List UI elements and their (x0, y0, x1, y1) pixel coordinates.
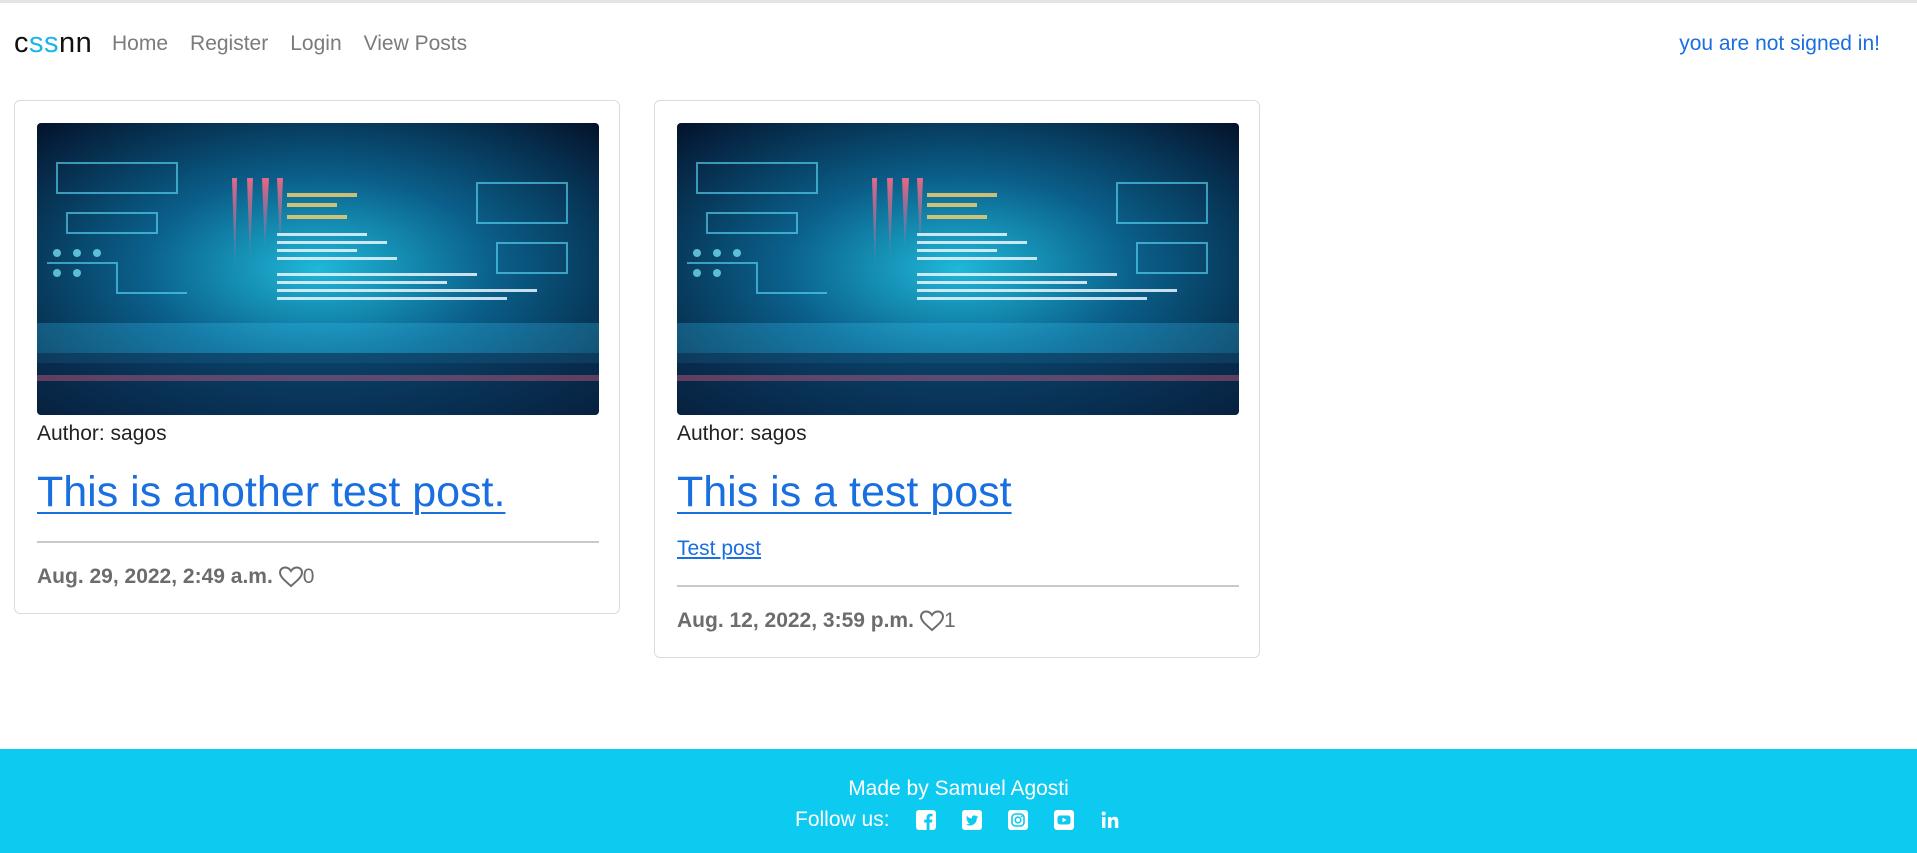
signin-status-link[interactable]: you are not signed in! (1679, 29, 1880, 59)
nav-links: Home Register Login View Posts (112, 29, 489, 59)
brand-logo[interactable]: cssnn (14, 25, 92, 61)
post-meta: Aug. 12, 2022, 3:59 p.m. 1 (677, 606, 956, 636)
heart-icon (919, 610, 944, 632)
follow-label: Follow us: (795, 808, 890, 831)
facebook-icon[interactable] (915, 809, 937, 831)
brand-prefix: c (14, 27, 29, 59)
twitter-icon[interactable] (961, 809, 983, 831)
post-title-link[interactable]: This is a test post (677, 464, 1012, 520)
card-divider (677, 585, 1239, 587)
instagram-icon[interactable] (1007, 809, 1029, 831)
nav-link-login[interactable]: Login (290, 29, 341, 59)
post-image (37, 123, 599, 415)
brand-accent: ss (29, 27, 59, 59)
post-date: Aug. 29, 2022, 2:49 a.m. (37, 565, 273, 588)
post-date: Aug. 12, 2022, 3:59 p.m. (677, 609, 914, 632)
card-divider (37, 541, 599, 543)
code-screen-image (37, 123, 599, 415)
nav-link-register[interactable]: Register (190, 29, 268, 59)
post-image (677, 123, 1239, 415)
like-count: 0 (302, 565, 315, 588)
linkedin-icon[interactable] (1099, 809, 1121, 831)
post-author: Author: sagos (677, 422, 807, 445)
footer: Made by Samuel Agosti Follow us: (0, 749, 1917, 853)
post-title-link[interactable]: This is another test post. (37, 464, 505, 520)
post-card: Author: sagos This is another test post.… (14, 100, 620, 614)
youtube-icon[interactable] (1053, 809, 1075, 831)
like-button[interactable] (278, 566, 303, 588)
post-card: Author: sagos This is a test post Test p… (654, 100, 1260, 658)
nav-link-home[interactable]: Home (112, 29, 168, 59)
brand-suffix: nn (59, 27, 93, 59)
post-snippet-link[interactable]: Test post (677, 534, 761, 564)
code-screen-image (677, 123, 1239, 415)
heart-icon (278, 566, 303, 588)
like-button[interactable] (919, 610, 944, 632)
post-meta: Aug. 29, 2022, 2:49 a.m. 0 (37, 562, 314, 592)
footer-follow: Follow us: (795, 805, 1145, 835)
navbar: cssnn Home Register Login View Posts you… (0, 3, 1917, 81)
footer-credit: Made by Samuel Agosti (848, 777, 1069, 800)
like-count: 1 (943, 609, 956, 632)
nav-link-view-posts[interactable]: View Posts (364, 29, 468, 59)
page: cssnn Home Register Login View Posts you… (0, 0, 1917, 853)
post-author: Author: sagos (37, 422, 167, 445)
